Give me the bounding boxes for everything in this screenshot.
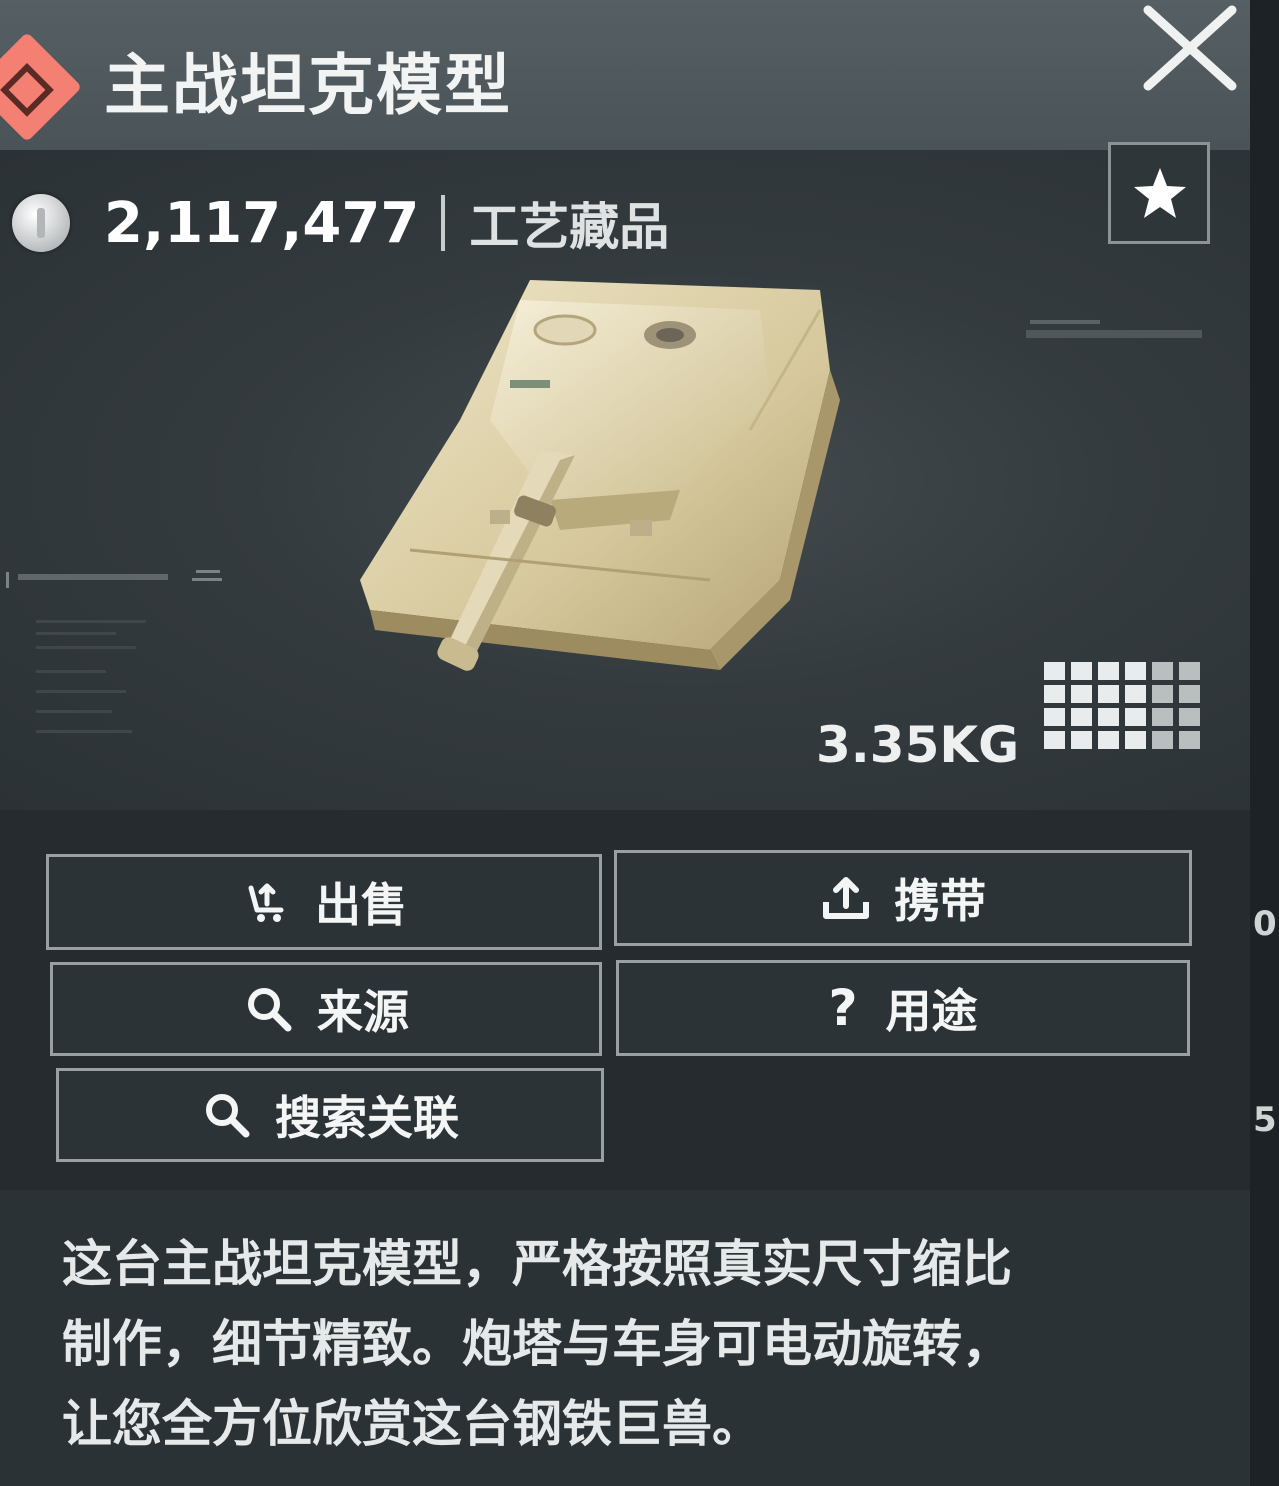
star-icon (1134, 168, 1186, 218)
carry-button[interactable]: 携带 (614, 850, 1192, 946)
price-divider (441, 195, 446, 251)
item-title: 主战坦克模型 (104, 47, 512, 124)
grid-cell (1071, 662, 1092, 680)
sell-exchange-icon (248, 883, 284, 922)
panel-header: 主战坦克模型 (0, 0, 1250, 153)
grid-cell (1152, 731, 1173, 749)
grid-cell (1179, 708, 1200, 726)
usage-button[interactable]: ? 用途 (616, 960, 1190, 1056)
item-preview-area: 2,117,477 工艺藏品 3.35KG (0, 142, 1250, 810)
silver-coin-icon (12, 194, 70, 252)
background-panel-edge (1250, 0, 1279, 1486)
inventory-grid-icon (1044, 662, 1200, 749)
edge-label: 5 (1253, 1100, 1277, 1140)
grid-cell (1044, 662, 1065, 680)
carry-button-label: 携带 (894, 874, 986, 928)
grid-cell (1044, 685, 1065, 703)
search-related-button-label: 搜索关联 (275, 1091, 459, 1145)
action-buttons: 出售 携带 来源 ? 用途 搜索关联 (0, 810, 1250, 1190)
usage-button-label: 用途 (885, 984, 978, 1038)
search-icon (248, 988, 292, 1032)
tank-model-image (360, 280, 840, 671)
grid-cell (1125, 708, 1146, 726)
decorative-bars (1026, 320, 1202, 338)
item-detail-panel: 主战坦克模型 2,117,477 工艺藏品 3.35KG 出售 携带 来源 ? … (0, 0, 1250, 1486)
price-row: 2,117,477 工艺藏品 (12, 188, 669, 258)
description-line: 制作，细节精致。炮塔与车身可电动旋转， (62, 1315, 1012, 1373)
question-icon: ? (828, 979, 858, 1037)
grid-cell (1152, 662, 1173, 680)
grid-cell (1071, 731, 1092, 749)
edge-label: 0 (1253, 904, 1277, 944)
grid-cell (1044, 731, 1065, 749)
grid-cell (1179, 662, 1200, 680)
item-category: 工艺藏品 (469, 198, 670, 256)
close-icon (1143, 5, 1237, 91)
grid-cell (1071, 708, 1092, 726)
grid-cell (1098, 685, 1119, 703)
sell-button-label: 出售 (315, 878, 407, 932)
decorative-hud-text (6, 570, 222, 733)
item-description: 这台主战坦克模型，严格按照真实尺寸缩比 制作，细节精致。炮塔与车身可电动旋转， … (62, 1224, 1212, 1464)
grid-cell (1152, 708, 1173, 726)
item-price: 2,117,477 (104, 190, 420, 256)
grid-cell (1098, 708, 1119, 726)
grid-cell (1125, 731, 1146, 749)
grid-cell (1152, 685, 1173, 703)
grid-cell (1125, 685, 1146, 703)
sell-button[interactable]: 出售 (46, 854, 602, 950)
grid-cell (1179, 685, 1200, 703)
grid-cell (1098, 731, 1119, 749)
description-line: 让您全方位欣赏这台钢铁巨兽。 (62, 1395, 762, 1453)
item-weight: 3.35KG (816, 716, 1020, 774)
favorite-button[interactable] (1108, 142, 1210, 244)
close-button[interactable] (1136, 0, 1246, 100)
grid-cell (1125, 662, 1146, 680)
upload-icon (823, 877, 869, 919)
description-line: 这台主战坦克模型，严格按照真实尺寸缩比 (62, 1235, 1012, 1293)
grid-cell (1098, 662, 1119, 680)
search-related-button[interactable]: 搜索关联 (56, 1068, 604, 1162)
grid-cell (1179, 731, 1200, 749)
diamond-icon (0, 31, 83, 143)
grid-cell (1044, 708, 1065, 726)
source-button[interactable]: 来源 (50, 962, 602, 1056)
search-icon (206, 1094, 250, 1138)
grid-cell (1071, 685, 1092, 703)
source-button-label: 来源 (317, 985, 409, 1039)
